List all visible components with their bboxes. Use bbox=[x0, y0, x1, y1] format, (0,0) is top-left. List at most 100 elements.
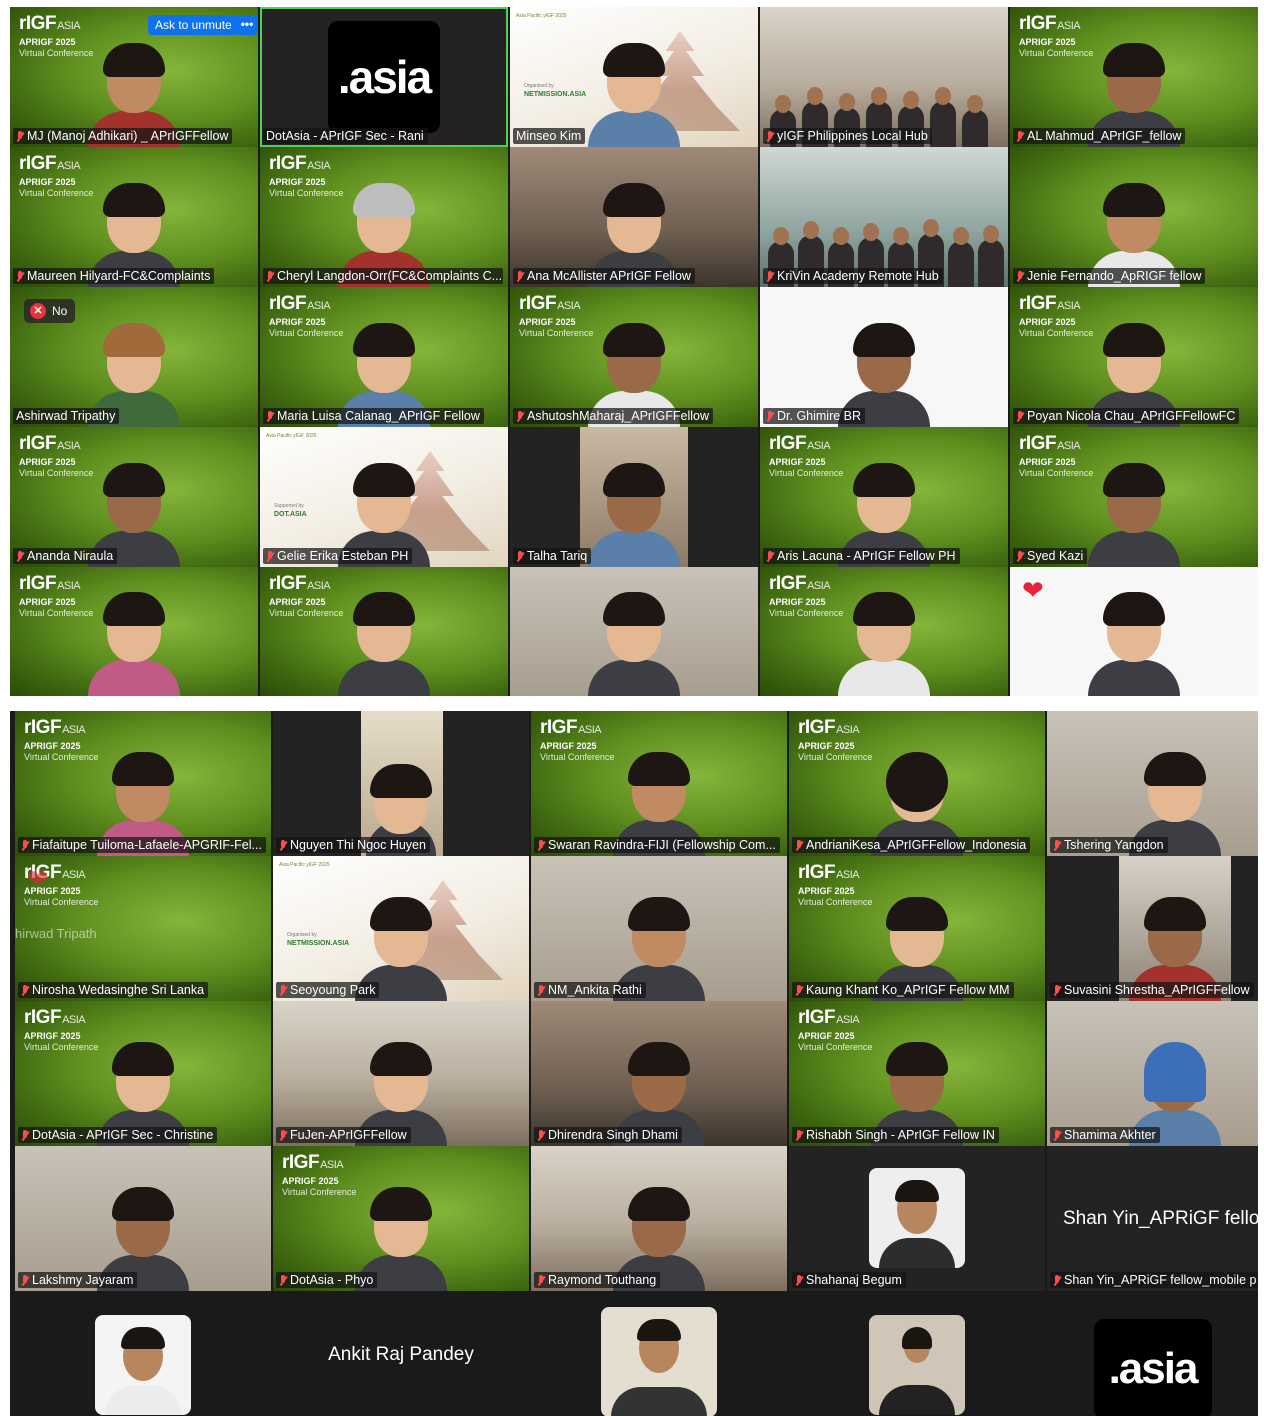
video-tile[interactable]: Shahanaj Begum bbox=[789, 1146, 1045, 1291]
dotasia-logo: .asia bbox=[328, 21, 440, 133]
conference-background: rIGFASIA APRIGF 2025 Virtual Conference bbox=[1019, 293, 1094, 338]
video-tile[interactable]: Shan Yin_APRiGF fello Shan Yin_APRiGF fe… bbox=[1047, 1146, 1258, 1291]
video-tile[interactable]: ❤ bbox=[1010, 567, 1258, 696]
video-tile[interactable] bbox=[15, 1293, 271, 1416]
video-grid-row-partial: Ankit Raj Pandey .asia bbox=[15, 1293, 1258, 1416]
video-tile[interactable]: rIGFASIA APRIGF 2025 Virtual Conference … bbox=[10, 147, 258, 287]
video-tile[interactable]: rIGFASIA APRIGF 2025 Virtual Conference … bbox=[531, 711, 787, 856]
participant-name-label: Poyan Nicola Chau_APrIGFFellowFC bbox=[1013, 408, 1240, 424]
video-tile[interactable]: Jenie Fernando_ApRIGF fellow bbox=[1010, 147, 1258, 287]
muted-mic-icon bbox=[795, 839, 803, 851]
participant-name-label: AL Mahmud_APrIGF_fellow bbox=[1013, 128, 1186, 144]
close-icon: ✕ bbox=[30, 303, 46, 319]
conference-background: rIGFASIA APRIGF 2025 Virtual Conference bbox=[269, 153, 344, 198]
participant-name-label: Aris Lacuna - APrIGF Fellow PH bbox=[763, 548, 960, 564]
participant-name-label: Shan Yin_APRiGF fellow_mobile p bbox=[1050, 1272, 1258, 1288]
video-tile[interactable]: Suvasini Shrestha_APrIGFFellow bbox=[1047, 856, 1258, 1001]
video-tile[interactable]: KriVin Academy Remote Hub bbox=[760, 147, 1008, 287]
video-tile[interactable]: rIGFASIA APRIGF 2025 Virtual Conference bbox=[10, 567, 258, 696]
participant-name-label: NM_Ankita Rathi bbox=[534, 982, 646, 998]
muted-mic-icon bbox=[1016, 410, 1024, 422]
video-tile[interactable]: rIGFASIA APRIGF 2025 Virtual Conference … bbox=[789, 711, 1045, 856]
video-tile[interactable]: NM_Ankita Rathi bbox=[531, 856, 787, 1001]
video-tile[interactable]: Asia Pacific yIGF 2025 Organised by NETMI… bbox=[510, 7, 758, 147]
video-tile[interactable]: rIGFASIA APRIGF 2025 Virtual Conference … bbox=[1010, 7, 1258, 147]
video-tile[interactable] bbox=[531, 1293, 787, 1416]
participant-video bbox=[88, 584, 180, 696]
conference-background: rIGFASIA APRIGF 2025 Virtual Conference bbox=[24, 717, 99, 762]
no-reaction-badge: ✕ No bbox=[24, 299, 76, 323]
muted-mic-icon bbox=[795, 1274, 803, 1286]
dotasia-logo: .asia bbox=[1093, 1319, 1212, 1416]
muted-mic-icon bbox=[279, 984, 287, 996]
participant-name-label: yIGF Philippines Local Hub bbox=[763, 128, 932, 144]
video-tile[interactable]: rIGFASIA APRIGF 2025 Virtual Conference … bbox=[15, 1001, 271, 1146]
video-tile[interactable]: Asia Pacific yIGF 2025 Supported by DOT.A… bbox=[260, 427, 508, 567]
video-tile[interactable]: rIGFASIA APRIGF 2025 Virtual Conference … bbox=[760, 427, 1008, 567]
video-tile[interactable]: rIGFASIA APRIGF 2025 Virtual Conference … bbox=[789, 856, 1045, 1001]
muted-mic-icon bbox=[795, 984, 803, 996]
video-tile[interactable]: rIGFASIA APRIGF 2025 Virtual Conference … bbox=[1010, 427, 1258, 567]
muted-mic-icon bbox=[766, 550, 774, 562]
video-tile[interactable]: rIGFASIA APRIGF 2025 Virtual Conference … bbox=[15, 711, 271, 856]
participant-name-label: Raymond Touthang bbox=[534, 1272, 661, 1288]
conference-background: rIGFASIA APRIGF 2025 Virtual Conference bbox=[19, 153, 94, 198]
video-tile[interactable]: rIGFASIA APRIGF 2025 Virtual Conference … bbox=[260, 287, 508, 427]
muted-mic-icon bbox=[266, 550, 274, 562]
video-tile[interactable]: ✕ No Ashirwad Tripathy bbox=[10, 287, 258, 427]
participant-name-label: Nguyen Thi Ngoc Huyen bbox=[276, 837, 430, 853]
video-grid-1: rIGFASIA APRIGF 2025 Virtual Conference … bbox=[10, 7, 1258, 696]
more-options-button[interactable]: ••• bbox=[236, 15, 258, 35]
participant-name-label: Gelie Erika Esteban PH bbox=[263, 548, 413, 564]
muted-mic-icon bbox=[21, 839, 29, 851]
video-tile[interactable]: Talha Tariq bbox=[510, 427, 758, 567]
ask-to-unmute-button[interactable]: Ask to unmute bbox=[148, 15, 239, 35]
video-tile[interactable]: FuJen-APrIGFFellow bbox=[273, 1001, 529, 1146]
video-tile[interactable]: Asia Pacific yIGF 2025 Organised by NETMI… bbox=[273, 856, 529, 1001]
video-tile[interactable]: .asia bbox=[1047, 1293, 1258, 1416]
participant-video bbox=[338, 584, 430, 696]
video-tile[interactable]: Ankit Raj Pandey bbox=[273, 1293, 529, 1416]
video-tile[interactable]: Ana McAllister APrIGF Fellow bbox=[510, 147, 758, 287]
video-tile[interactable]: rIGFASIA APRIGF 2025 Virtual Conference … bbox=[260, 147, 508, 287]
conference-background: rIGFASIA APRIGF 2025 Virtual Conference bbox=[19, 573, 94, 618]
muted-mic-icon bbox=[266, 270, 274, 282]
muted-mic-icon bbox=[537, 1274, 545, 1286]
video-tile[interactable]: rIGFASIA APRIGF 2025 Virtual Conference … bbox=[10, 7, 258, 147]
video-tile[interactable]: rIGFASIA APRIGF 2025 Virtual Conference … bbox=[510, 287, 758, 427]
participant-video bbox=[838, 584, 930, 696]
video-tile[interactable]: Nguyen Thi Ngoc Huyen bbox=[273, 711, 529, 856]
participant-name-label: Fiafaitupe Tuiloma-Lafaele-APGRIF-Fel... bbox=[18, 837, 266, 853]
video-tile-active-speaker[interactable]: .asia DotAsia - APrIGF Sec - Rani bbox=[260, 7, 508, 147]
video-tile[interactable]: Raymond Touthang bbox=[531, 1146, 787, 1291]
participant-name-label: MJ (Manoj Adhikari) _ APrIGFFellow bbox=[13, 128, 233, 144]
muted-mic-icon bbox=[766, 410, 774, 422]
video-tile[interactable] bbox=[510, 567, 758, 696]
muted-mic-icon bbox=[795, 1129, 803, 1141]
muted-mic-icon bbox=[1053, 839, 1061, 851]
video-tile[interactable]: rIGFASIA APRIGF 2025 Virtual Conference … bbox=[789, 1001, 1045, 1146]
video-tile[interactable]: Tshering Yangdon bbox=[1047, 711, 1258, 856]
video-tile[interactable]: rIGFASIA APRIGF 2025 Virtual Conference … bbox=[1010, 287, 1258, 427]
muted-mic-icon bbox=[766, 270, 774, 282]
muted-mic-icon bbox=[279, 1274, 287, 1286]
muted-mic-icon bbox=[516, 550, 524, 562]
participant-name-label: FuJen-APrIGFFellow bbox=[276, 1127, 411, 1143]
participant-name-label: Dhirendra Singh Dhami bbox=[534, 1127, 682, 1143]
video-tile[interactable]: Lakshmy Jayaram bbox=[15, 1146, 271, 1291]
video-tile[interactable]: rIGFASIA APRIGF 2025 Virtual Conference … bbox=[15, 856, 271, 1001]
muted-mic-icon bbox=[537, 839, 545, 851]
video-tile[interactable]: Dr. Ghimire BR bbox=[760, 287, 1008, 427]
video-tile[interactable]: rIGFASIA APRIGF 2025 Virtual Conference bbox=[260, 567, 508, 696]
participant-video bbox=[588, 584, 680, 696]
video-tile[interactable] bbox=[789, 1293, 1045, 1416]
video-tile[interactable]: yIGF Philippines Local Hub bbox=[760, 7, 1008, 147]
video-tile[interactable]: rIGFASIA APRIGF 2025 Virtual Conference bbox=[760, 567, 1008, 696]
participant-name-label: Rishabh Singh - APrIGF Fellow IN bbox=[792, 1127, 999, 1143]
video-tile[interactable]: Dhirendra Singh Dhami bbox=[531, 1001, 787, 1146]
participant-name-label: Ashirwad Tripathy bbox=[13, 408, 120, 424]
video-tile[interactable]: rIGFASIA APRIGF 2025 Virtual Conference … bbox=[10, 427, 258, 567]
muted-mic-icon bbox=[21, 984, 29, 996]
video-tile[interactable]: rIGFASIA APRIGF 2025 Virtual Conference … bbox=[273, 1146, 529, 1291]
video-tile[interactable]: Shamima Akhter bbox=[1047, 1001, 1258, 1146]
